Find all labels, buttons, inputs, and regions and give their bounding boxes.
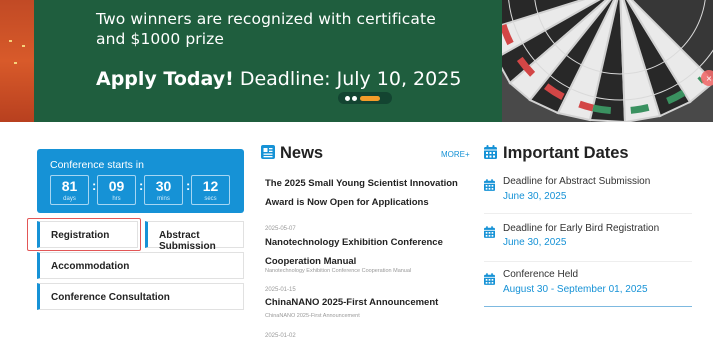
calendar-icon — [484, 273, 495, 285]
news-item-summary: Nanotechnology Exhibition Conference Coo… — [265, 268, 412, 274]
countdown-separator: : — [92, 178, 97, 193]
pager-dot-1[interactable] — [345, 96, 350, 101]
pager-dot-2[interactable] — [352, 96, 357, 101]
conference-consultation-button[interactable]: Conference Consultation — [37, 283, 244, 310]
banner-pager — [338, 92, 392, 104]
countdown-days: 81 days — [50, 175, 89, 205]
news-icon — [261, 145, 275, 159]
date-divider — [484, 306, 692, 307]
news-item-title[interactable]: The 2025 Small Young Scientist Innovatio… — [265, 174, 458, 212]
countdown-seconds: 12 secs — [191, 175, 230, 205]
news-heading: News — [280, 144, 324, 162]
news-more-link[interactable]: MORE+ — [441, 150, 470, 159]
countdown-hours: 09 hrs — [97, 175, 136, 205]
accommodation-button[interactable]: Accommodation — [37, 252, 244, 279]
dartboard-image: × — [502, 0, 713, 122]
calendar-icon — [484, 179, 495, 191]
countdown-separator: : — [139, 178, 144, 193]
date-item-value: June 30, 2025 — [503, 191, 567, 202]
important-dates-heading: Important Dates — [503, 144, 629, 162]
news-item-title[interactable]: ChinaNANO 2025-First Announcement — [265, 293, 438, 312]
date-item-value: June 30, 2025 — [503, 237, 567, 248]
date-divider — [484, 261, 692, 262]
date-item-label: Deadline for Abstract Submission — [503, 176, 651, 187]
countdown-title: Conference starts in — [50, 159, 144, 171]
conference-countdown: Conference starts in 81 days : 09 hrs : … — [37, 149, 244, 213]
hero-banner[interactable]: Two winners are recognized with certific… — [0, 0, 713, 122]
banner-tagline: Two winners are recognized with certific… — [96, 10, 436, 48]
countdown-minutes: 30 mins — [144, 175, 183, 205]
news-item-title[interactable]: Nanotechnology Exhibition Conference Coo… — [265, 233, 443, 271]
date-item-label: Conference Held — [503, 269, 579, 280]
news-item-summary: ChinaNANO 2025-First Announcement — [265, 313, 360, 319]
date-item-label: Deadline for Early Bird Registration — [503, 223, 660, 234]
calendar-icon — [484, 226, 495, 238]
calendar-icon — [484, 145, 497, 159]
banner-deadline: Apply Today! Deadline: July 10, 2025 — [96, 68, 462, 90]
registration-button[interactable]: Registration — [37, 221, 138, 248]
pager-dot-active[interactable] — [360, 96, 380, 101]
news-item-date: 2025-01-02 — [265, 333, 296, 339]
banner-left-decoration — [0, 0, 34, 122]
countdown-separator: : — [186, 178, 191, 193]
date-item-value: August 30 - September 01, 2025 — [503, 284, 648, 295]
date-divider — [484, 213, 692, 214]
svg-text:×: × — [706, 74, 713, 83]
news-item-date: 2025-05-07 — [265, 226, 296, 232]
abstract-submission-button[interactable]: Abstract Submission — [145, 221, 244, 252]
